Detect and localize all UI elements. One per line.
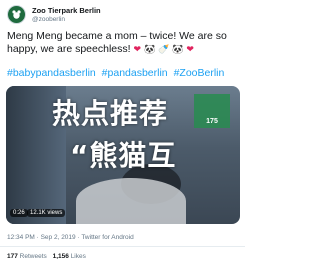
video-views: 12.1K views — [27, 209, 66, 217]
retweet-count: 177 — [7, 253, 18, 260]
zoo-watermark: 175 — [194, 94, 230, 128]
like-count: 1,156 — [52, 253, 69, 260]
tweet-text: Meng Meng became a mom – twice! We are s… — [7, 30, 239, 56]
heart-icon: ❤ — [186, 44, 194, 54]
hashtag-link[interactable]: #babypandasberlin — [7, 67, 96, 79]
hashtag-link[interactable]: #pandasberlin — [102, 67, 168, 79]
avatar[interactable] — [7, 5, 26, 24]
user-handle[interactable]: @zooberlin — [32, 16, 65, 23]
tweet-timestamp[interactable]: 12:34 PM · Sep 2, 2019 · Twitter for And… — [7, 234, 134, 241]
panda-icon: 🐼 — [143, 44, 156, 54]
keeper-shape — [76, 178, 186, 224]
retweet-stat[interactable]: 177 Retweets — [7, 253, 47, 260]
tweet-header: Zoo Tierpark Berlin @zooberlin — [7, 5, 237, 25]
display-name[interactable]: Zoo Tierpark Berlin — [32, 6, 101, 15]
overlay-headline: 热点推荐 — [52, 97, 169, 130]
like-stat[interactable]: 1,156 Likes — [53, 253, 86, 260]
overlay-subheadline: “熊猫互 — [70, 139, 177, 172]
retweet-label: Retweets — [19, 253, 47, 260]
bear-logo-icon — [12, 10, 21, 19]
hashtag-list: #babypandasberlin #pandasberlin #ZooBerl… — [7, 67, 227, 79]
heart-icon: ❤ — [133, 44, 142, 54]
like-label: Likes — [70, 253, 86, 260]
panda-icon: 🐼 — [172, 44, 184, 54]
video-duration: 0:26 — [10, 209, 28, 217]
hashtag-link[interactable]: #ZooBerlin — [174, 67, 225, 79]
baby-bottle-icon: 🍼 — [158, 44, 170, 54]
divider — [0, 246, 245, 247]
tweet-stats: 177 Retweets 1,156 Likes — [7, 253, 90, 260]
